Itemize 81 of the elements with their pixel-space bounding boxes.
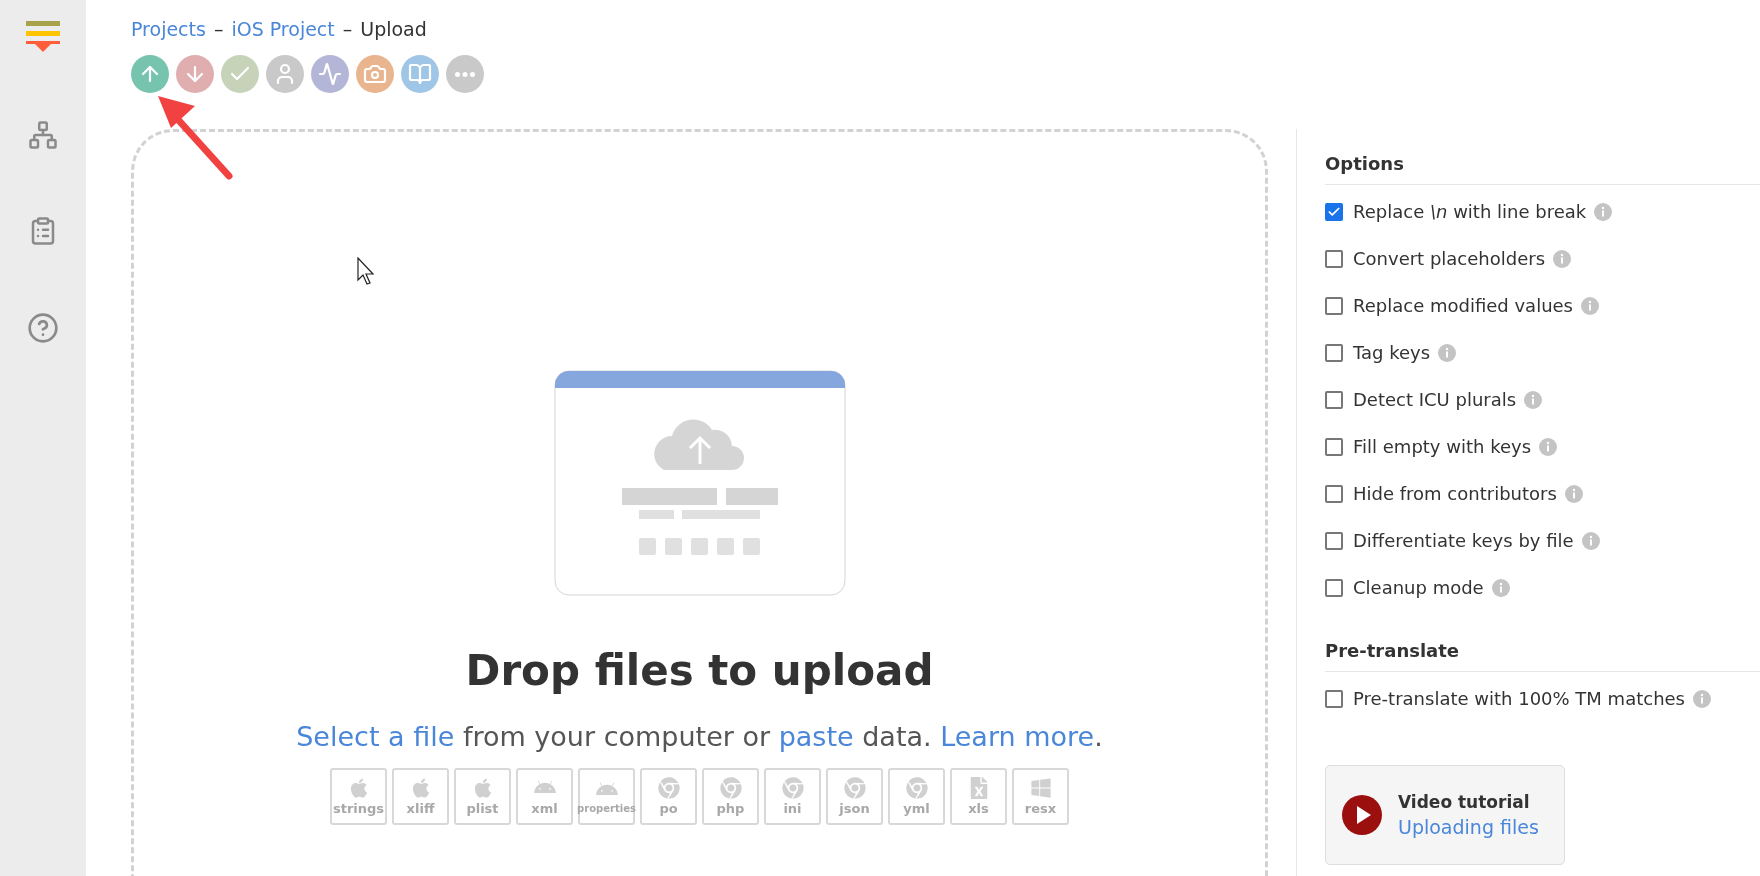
file-format-tile: xml	[516, 768, 573, 825]
text-link[interactable]: Select a file	[296, 721, 455, 752]
info-icon[interactable]	[1553, 249, 1572, 268]
checkbox[interactable]	[1325, 484, 1343, 503]
breadcrumb-current: Upload	[360, 18, 427, 40]
checkbox[interactable]	[1325, 689, 1343, 708]
info-icon[interactable]	[1581, 296, 1599, 315]
logo-icon[interactable]	[25, 18, 61, 54]
more-icon	[455, 71, 475, 77]
drop-instructions: Select a file from your computer or paste data. Learn more.	[296, 721, 1103, 752]
option-label: Detect ICU plurals	[1353, 389, 1517, 410]
info-icon[interactable]	[1564, 484, 1583, 503]
option-label: Cleanup mode	[1353, 577, 1484, 598]
file-format-tile: po	[640, 768, 697, 825]
text-link[interactable]: paste	[778, 721, 854, 752]
option-label: Hide from contributors	[1353, 483, 1557, 504]
circle-logo-icon	[781, 777, 804, 799]
card-title: Video tutorial	[1398, 792, 1531, 812]
checkbox[interactable]	[1325, 578, 1343, 597]
download-button[interactable]	[176, 55, 214, 93]
file-format-tile: xliff	[392, 768, 449, 825]
circle-logo-icon	[719, 777, 742, 799]
play-icon[interactable]	[1342, 795, 1382, 835]
option-label: Convert placeholders	[1353, 248, 1546, 269]
file-format-tile: properties	[578, 768, 635, 825]
option-label: Differentiate keys by file	[1353, 530, 1574, 551]
video-link[interactable]: Uploading files	[1398, 816, 1539, 838]
sitemap-icon[interactable]	[28, 120, 58, 150]
breadcrumb-separator: –	[342, 18, 353, 40]
option-label: Replace modified values	[1353, 295, 1573, 316]
breadcrumb-link[interactable]: iOS Project	[231, 18, 335, 40]
info-icon[interactable]	[1438, 343, 1457, 362]
file-format-tile: json	[826, 768, 883, 825]
option-label: Replace \n with line break	[1353, 201, 1587, 222]
circle-logo-icon	[905, 777, 928, 799]
breadcrumb-separator: –	[213, 18, 224, 40]
checkbox[interactable]	[1325, 202, 1343, 221]
checkbox[interactable]	[1325, 531, 1343, 550]
video-tutorial-card[interactable]: Video tutorial Uploading files	[1325, 765, 1565, 865]
camera-button[interactable]	[356, 55, 394, 93]
user-button[interactable]	[266, 55, 304, 93]
upload-button[interactable]	[131, 55, 169, 93]
info-icon[interactable]	[1594, 202, 1613, 221]
file-format-tile: xls	[950, 768, 1007, 825]
camera-icon	[363, 62, 387, 86]
checkbox[interactable]	[1325, 390, 1343, 409]
file-format-tile: plist	[454, 768, 511, 825]
file-format-tile: resx	[1012, 768, 1069, 825]
drop-zone[interactable]: Drop files to upload Select a file from your computer or paste data. Learn more. strings xliff plist xml properties po php ini json yml xls resx	[131, 129, 1268, 876]
activity-icon	[318, 62, 342, 86]
checkbox[interactable]	[1325, 343, 1343, 362]
drop-title: Drop files to upload	[465, 646, 934, 695]
more-button[interactable]	[446, 55, 484, 93]
circle-logo-icon	[657, 777, 680, 799]
section-title: Options	[1325, 153, 1760, 185]
info-icon[interactable]	[1491, 578, 1510, 597]
section-title: Pre-translate	[1325, 640, 1760, 672]
info-icon[interactable]	[1693, 689, 1711, 708]
file-format-tile: ini	[764, 768, 821, 825]
circle-logo-icon	[843, 777, 866, 799]
book-icon	[408, 62, 432, 86]
info-icon[interactable]	[1581, 531, 1600, 550]
breadcrumb-link[interactable]: Projects	[131, 18, 206, 40]
option-label: Tag keys	[1353, 342, 1431, 363]
file-format-tile: yml	[888, 768, 945, 825]
checkbox[interactable]	[1325, 249, 1343, 268]
help-icon[interactable]	[27, 312, 59, 344]
file-format-tile: strings	[330, 768, 387, 825]
option-label: Pre-translate with 100% TM matches	[1353, 688, 1685, 709]
option-label: Fill empty with keys	[1353, 436, 1532, 457]
mouse-cursor-icon	[357, 257, 375, 285]
book-button[interactable]	[401, 55, 439, 93]
checkbox[interactable]	[1325, 296, 1343, 315]
activity-button[interactable]	[311, 55, 349, 93]
text-link[interactable]: Learn more	[940, 721, 1095, 752]
windows-icon	[1029, 777, 1052, 799]
checkbox[interactable]	[1325, 437, 1343, 456]
info-icon[interactable]	[1524, 390, 1543, 409]
file-format-tile: php	[702, 768, 759, 825]
info-icon[interactable]	[1539, 437, 1558, 456]
check-button[interactable]	[221, 55, 259, 93]
